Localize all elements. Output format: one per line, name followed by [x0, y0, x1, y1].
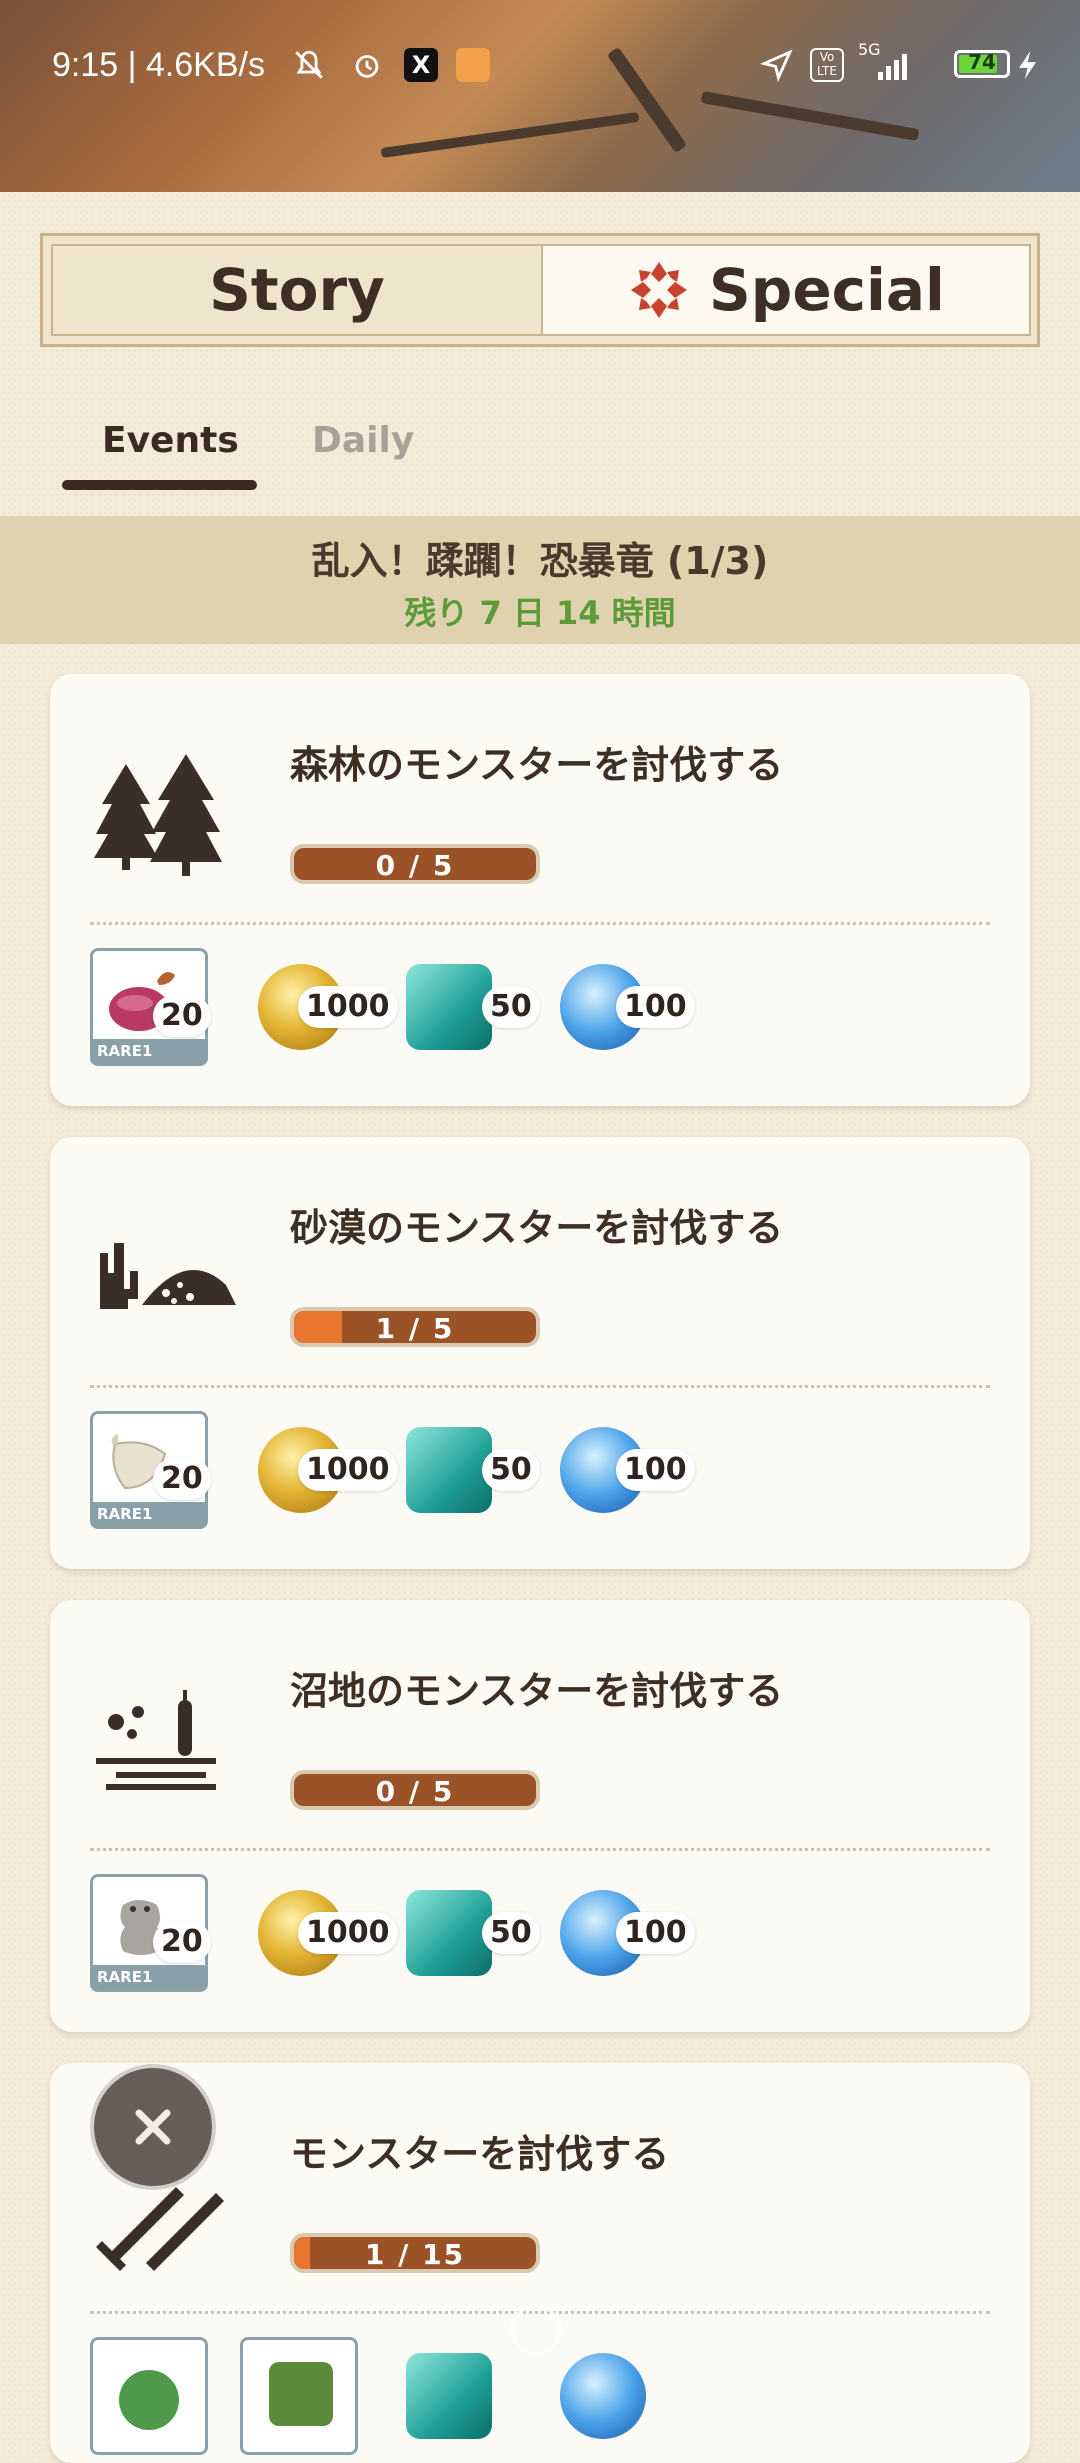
gem-icon	[406, 1427, 492, 1513]
alarm-icon	[355, 55, 379, 78]
reward-blue-qty: 100	[616, 1449, 695, 1491]
rarity-label: RARE1	[93, 1965, 205, 1989]
mute-bell-icon	[295, 50, 323, 79]
reward-item-qty: 20	[153, 995, 211, 1037]
reward-gold-qty: 1000	[298, 1449, 398, 1491]
charging-icon	[1019, 50, 1037, 80]
tab-active-indicator	[62, 480, 257, 490]
map-road	[380, 111, 640, 159]
green-material-icon	[119, 2370, 179, 2430]
desert-icon	[100, 1243, 236, 1309]
divider	[90, 922, 990, 925]
reward-gold-qty: 1000	[298, 1912, 398, 1954]
mission-title: 森林のモンスターを討伐する	[290, 743, 784, 787]
special-emblem-icon	[631, 262, 688, 318]
map-background-strip	[0, 0, 1080, 192]
reward-material-item[interactable]: 20 RARE1	[90, 1411, 211, 1529]
blue-orb-icon	[560, 2353, 646, 2439]
gem-icon	[406, 964, 492, 1050]
home-gesture-indicator[interactable]	[510, 2304, 562, 2356]
status-time: 9:15 | 4.6KB/s	[52, 46, 265, 84]
event-banner: 乱入！蹂躙！恐暴竜 (1/3) 残り 7 日 14 時間	[0, 516, 1080, 644]
story-button[interactable]: Story	[51, 244, 543, 336]
mission-progress-bar: 1 / 15	[290, 2233, 540, 2273]
mission-card-forest[interactable]: 森林のモンスターを討伐する 0 / 5 20 RARE1 1000 50 100	[50, 674, 1030, 1106]
special-label: Special	[709, 256, 945, 324]
reward-blue-qty: 100	[616, 1912, 695, 1954]
monster-material-icon	[269, 2362, 333, 2426]
app-notification-icon	[456, 48, 490, 82]
x-app-icon: X	[404, 48, 438, 82]
map-road	[700, 90, 920, 142]
close-button[interactable]	[90, 2064, 216, 2190]
mission-title: 砂漠のモンスターを討伐する	[290, 1206, 784, 1250]
divider	[90, 1848, 990, 1851]
mission-card-desert[interactable]: 砂漠のモンスターを討伐する 1 / 5 20 RARE1 1000 50 100	[50, 1137, 1030, 1569]
event-remaining-time: 残り 7 日 14 時間	[404, 594, 676, 632]
mission-card-swamp[interactable]: 沼地のモンスターを討伐する 0 / 5 20 RARE1 1000 50 100	[50, 1600, 1030, 2032]
special-button[interactable]: Special	[541, 244, 1031, 336]
gem-icon	[406, 2353, 492, 2439]
volte-icon: Vo LTE	[810, 48, 844, 82]
event-title: 乱入！蹂躙！恐暴竜 (1/3)	[311, 539, 769, 583]
rarity-label: RARE1	[93, 1039, 205, 1063]
mission-progress-bar: 1 / 5	[290, 1307, 540, 1347]
gem-icon	[406, 1890, 492, 1976]
divider	[90, 1385, 990, 1388]
mission-progress-text: 0 / 5	[375, 1775, 455, 1808]
status-bar: 9:15 | 4.6KB/s X Vo LTE 5G 74	[0, 40, 1080, 92]
mission-title: 沼地のモンスターを討伐する	[290, 1669, 784, 1713]
reward-material-item[interactable]	[90, 2337, 208, 2455]
reward-gem-qty: 50	[482, 1912, 540, 1954]
reward-gem-qty: 50	[482, 1449, 540, 1491]
location-icon	[760, 49, 793, 82]
mission-progress-text: 0 / 5	[375, 849, 455, 882]
reward-material-item[interactable]	[240, 2337, 358, 2455]
battery-level: 74	[968, 50, 996, 74]
swamp-icon	[96, 1690, 216, 1790]
rarity-label: RARE1	[93, 1502, 205, 1526]
tab-daily[interactable]: Daily	[312, 420, 414, 461]
reward-gold-qty: 1000	[298, 986, 398, 1028]
reward-material-item[interactable]: 20 RARE1	[90, 948, 211, 1066]
battery-icon: 74	[954, 50, 1010, 78]
reward-item-qty: 20	[153, 1458, 211, 1500]
mission-progress-bar: 0 / 5	[290, 1770, 540, 1810]
story-label: Story	[209, 256, 385, 324]
mission-progress-text: 1 / 5	[375, 1312, 455, 1345]
mode-segmented-control: Story Special	[40, 233, 1040, 347]
mission-progress-text: 1 / 15	[364, 2238, 466, 2271]
signal-icon	[878, 54, 907, 80]
close-icon	[135, 2109, 171, 2145]
reward-material-item[interactable]: 20 RARE1	[90, 1874, 211, 1992]
reward-gem-qty: 50	[482, 986, 540, 1028]
reward-blue-qty: 100	[616, 986, 695, 1028]
reward-item-qty: 20	[153, 1921, 211, 1963]
forest-icon	[94, 754, 222, 876]
mission-progress-bar: 0 / 5	[290, 844, 540, 884]
mission-title: モンスターを討伐する	[290, 2132, 670, 2176]
tab-events[interactable]: Events	[102, 420, 239, 461]
